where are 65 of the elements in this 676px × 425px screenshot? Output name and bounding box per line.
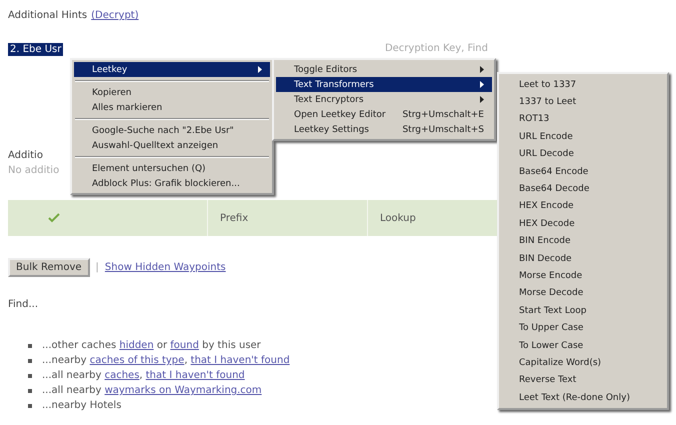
find-item: ...other caches hidden or found by this user — [42, 340, 261, 351]
menu-item[interactable]: Leet Text (Re-done Only) — [501, 389, 665, 406]
menu-item[interactable]: HEX Encode — [501, 198, 665, 216]
table-header: Prefix — [208, 200, 368, 236]
find-link[interactable]: waymarks on Waymarking.com — [104, 385, 262, 396]
menu-item[interactable]: Leetkey Settings Strg+Umschalt+S — [276, 122, 492, 137]
bullet-icon — [28, 358, 32, 362]
bullet-icon — [28, 388, 32, 392]
find-link[interactable]: found — [170, 340, 199, 351]
menu-item[interactable]: Capitalize Word(s) — [501, 354, 665, 372]
find-item: ...all nearby caches, that I haven't found — [42, 370, 245, 381]
bullet-icon — [28, 344, 32, 348]
menu-item[interactable]: Base64 Encode — [501, 162, 665, 180]
menu-item[interactable]: Base64 Decode — [501, 180, 665, 198]
section-title: Additional Hints — [8, 10, 88, 21]
menu-item[interactable]: Start Text Loop — [501, 302, 665, 320]
bulk-remove-button[interactable]: Bulk Remove — [8, 258, 90, 277]
menu-item[interactable]: Element untersuchen (Q) — [74, 161, 270, 176]
find-item: ...all nearby waymarks on Waymarking.com — [42, 385, 262, 396]
checkmark-icon — [48, 213, 60, 223]
submenu-item[interactable]: Text Encryptors — [276, 92, 492, 107]
key-text: Decryption Key, Find — [384, 43, 488, 56]
menu-item[interactable]: URL Encode — [501, 128, 665, 146]
menu-item[interactable]: Auswahl-Quelltext anzeigen — [74, 138, 270, 153]
menu-item[interactable]: Alles markieren — [74, 100, 270, 115]
find-link[interactable]: that I haven't found — [146, 370, 245, 381]
bullet-icon — [28, 374, 32, 378]
menu-item[interactable]: Morse Decode — [501, 284, 665, 302]
menu-item[interactable]: ROT13 — [501, 110, 665, 128]
menu-item[interactable]: BIN Encode — [501, 232, 665, 250]
menu-item[interactable]: Open Leetkey Editor Strg+Umschalt+E — [276, 107, 492, 122]
find-link[interactable]: hidden — [119, 340, 154, 351]
menu-item[interactable]: To Lower Case — [501, 336, 665, 354]
menu-item[interactable]: HEX Decode — [501, 215, 665, 233]
submenu-item[interactable]: Leetkey — [74, 62, 270, 77]
menu-item[interactable]: BIN Decode — [501, 250, 665, 268]
menu-item[interactable]: Leet to 1337 — [501, 76, 665, 94]
submenu-arrow-icon — [480, 66, 484, 73]
bullet-icon — [28, 404, 32, 408]
menu-item[interactable]: To Upper Case — [501, 319, 665, 337]
submenu-arrow-icon — [258, 66, 262, 73]
find-item: ...nearby caches of this type, that I haven't found — [42, 355, 290, 366]
find-link[interactable]: caches of this type — [90, 355, 184, 366]
menu-item[interactable]: URL Decode — [501, 146, 665, 163]
section-text: No additio — [8, 165, 60, 176]
submenu-item[interactable]: Toggle Editors — [276, 62, 492, 77]
table-header: Lookup — [368, 200, 498, 236]
menu-item[interactable]: Reverse Text — [501, 372, 665, 390]
menu-item[interactable]: 1337 to Leet — [501, 93, 665, 111]
menu-item[interactable]: Kopieren — [74, 85, 270, 100]
menu-item[interactable]: Google-Suche nach "2.Ebe Usr" — [74, 123, 270, 138]
menu-item[interactable]: Morse Encode — [501, 267, 665, 285]
find-item: ...nearby Hotels — [42, 400, 122, 411]
find-link[interactable]: that I haven't found — [190, 355, 290, 366]
submenu-arrow-icon — [480, 96, 484, 103]
separator-text: | — [96, 262, 99, 273]
menu-item[interactable]: Adblock Plus: Grafik blockieren... — [74, 176, 270, 191]
submenu-arrow-icon — [480, 81, 484, 88]
submenu-item[interactable]: Text Transformers — [276, 77, 492, 92]
find-title: Find... — [8, 299, 38, 310]
section-title: Additio — [8, 150, 43, 161]
find-link[interactable]: caches — [104, 370, 140, 381]
decrypt-link[interactable]: (Decrypt) — [91, 10, 139, 21]
show-hidden-link[interactable]: Show Hidden Waypoints — [104, 262, 226, 273]
selected-text: 2. Ebe Usr — [8, 43, 64, 56]
